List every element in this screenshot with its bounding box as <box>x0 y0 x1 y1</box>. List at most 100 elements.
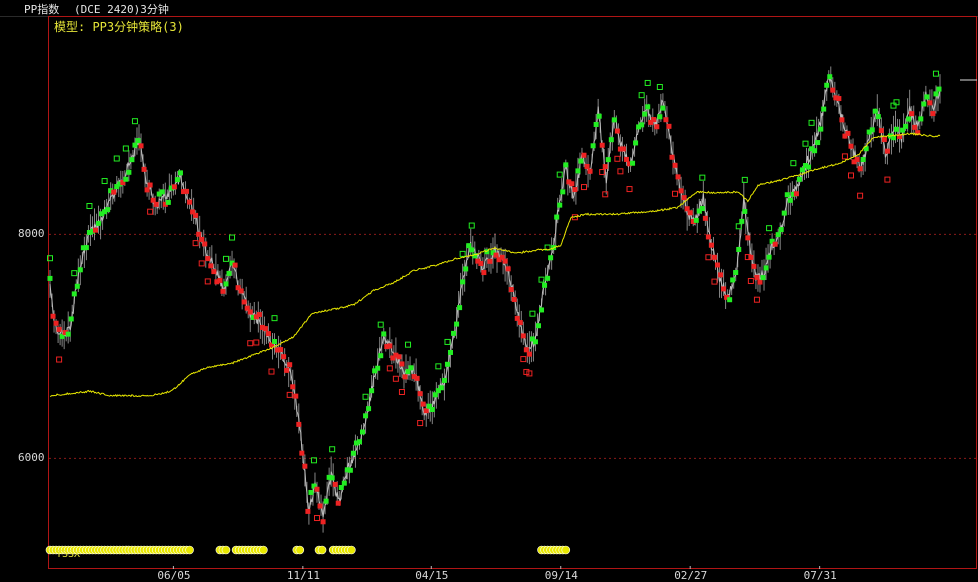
sell-outline-marker <box>747 277 754 284</box>
sell-signal-marker <box>748 254 754 260</box>
sell-outline-marker <box>314 515 320 522</box>
buy-signal-marker <box>469 247 475 253</box>
buy-signal-marker <box>454 321 460 327</box>
buy-signal-marker <box>460 279 466 285</box>
sell-signal-marker <box>745 235 751 241</box>
sell-signal-marker <box>772 241 778 247</box>
sell-signal-marker <box>517 320 523 326</box>
buy-signal-marker <box>639 122 645 128</box>
sell-signal-marker <box>523 347 529 353</box>
buy-signal-marker <box>223 281 229 287</box>
sell-signal-marker <box>414 375 420 381</box>
buy-signal-marker <box>611 117 617 123</box>
buy-signal-marker <box>123 176 129 182</box>
buy-signal-marker <box>329 475 335 481</box>
sell-signal-marker <box>708 242 714 248</box>
buy-outline-marker <box>271 315 278 322</box>
sell-signal-marker <box>184 188 190 194</box>
sell-outline-marker <box>253 339 260 346</box>
sell-signal-marker <box>681 195 687 201</box>
sell-signal-marker <box>205 256 211 262</box>
buy-outline-marker <box>405 341 412 348</box>
sell-signal-marker <box>144 187 150 193</box>
sell-signal-marker <box>751 263 757 269</box>
buy-signal-marker <box>381 331 387 337</box>
buy-signal-marker <box>539 307 545 313</box>
buy-signal-marker <box>642 111 648 117</box>
buy-signal-marker <box>535 323 541 329</box>
buy-signal-marker <box>444 361 450 367</box>
sell-outline-marker <box>614 155 621 162</box>
sell-signal-marker <box>520 333 526 339</box>
buy-signal-marker <box>408 365 414 371</box>
buy-signal-marker <box>727 297 733 303</box>
sell-outline-marker <box>857 192 864 199</box>
buy-outline-marker <box>329 446 336 453</box>
sell-signal-marker <box>290 384 296 390</box>
buy-signal-marker <box>784 192 790 198</box>
buy-signal-marker <box>933 91 939 97</box>
buy-signal-marker <box>693 217 699 223</box>
sell-signal-marker <box>153 201 159 207</box>
sell-outline-marker <box>617 168 624 175</box>
buy-signal-marker <box>542 282 548 288</box>
buy-signal-marker <box>126 169 132 175</box>
buy-outline-marker <box>656 83 663 90</box>
x-tick-label: 02/27 <box>674 569 708 582</box>
sell-signal-marker <box>232 262 238 268</box>
sell-signal-marker <box>614 128 620 134</box>
sell-signal-marker <box>278 347 284 353</box>
sell-signal-marker <box>247 309 253 315</box>
sell-signal-marker <box>912 124 918 130</box>
sell-signal-marker <box>511 296 517 302</box>
sell-outline-marker <box>286 391 293 398</box>
signal-dot <box>259 545 268 555</box>
sell-signal-marker <box>651 117 657 123</box>
sell-signal-marker <box>50 313 56 319</box>
sell-signal-marker <box>53 320 59 326</box>
sell-signal-marker <box>715 262 720 268</box>
buy-signal-marker <box>605 157 611 163</box>
buy-signal-marker <box>824 82 830 88</box>
buy-outline-marker <box>459 250 466 257</box>
buy-signal-marker <box>608 137 614 143</box>
buy-signal-marker <box>177 170 183 176</box>
buy-outline-marker <box>638 92 645 99</box>
sell-signal-marker <box>299 450 305 456</box>
buy-signal-marker <box>360 429 366 435</box>
sell-signal-marker <box>711 254 717 260</box>
buy-signal-marker <box>806 164 812 170</box>
buy-signal-marker <box>165 199 171 205</box>
buy-signal-marker <box>739 218 745 224</box>
buy-outline-marker <box>699 174 706 181</box>
buy-signal-marker <box>812 148 818 154</box>
buy-signal-marker <box>736 246 742 252</box>
buy-signal-marker <box>633 140 639 146</box>
average-line <box>49 132 941 398</box>
buy-outline-marker <box>47 255 53 262</box>
price-chart[interactable] <box>0 0 978 581</box>
sell-signal-marker <box>265 331 271 337</box>
buy-signal-marker <box>174 177 180 183</box>
sell-outline-marker <box>753 296 760 303</box>
x-tick-label: 07/31 <box>803 569 837 582</box>
sell-signal-marker <box>848 143 854 149</box>
buy-outline-marker <box>131 118 138 125</box>
signal-dot <box>347 545 356 555</box>
buy-signal-marker <box>47 275 53 281</box>
buy-outline-marker <box>556 171 563 178</box>
sell-signal-marker <box>502 258 508 264</box>
sell-signal-marker <box>287 362 293 368</box>
sell-signal-marker <box>669 154 675 160</box>
sell-outline-marker <box>198 260 205 267</box>
buy-signal-marker <box>226 270 232 276</box>
buy-signal-marker <box>105 207 111 213</box>
buy-outline-marker <box>893 99 900 106</box>
buy-signal-marker <box>821 106 827 112</box>
sell-signal-marker <box>196 231 202 237</box>
sell-signal-marker <box>678 188 684 194</box>
buy-signal-marker <box>760 275 766 281</box>
buy-signal-marker <box>766 254 772 260</box>
sell-signal-marker <box>487 258 493 264</box>
sell-signal-marker <box>654 124 660 130</box>
